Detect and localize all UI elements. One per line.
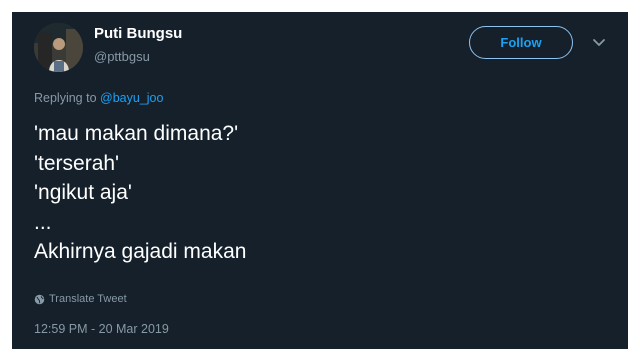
display-name[interactable]: Puti Bungsu bbox=[94, 25, 182, 42]
translate-tweet-label: Translate Tweet bbox=[49, 293, 127, 305]
tweet-line: ... bbox=[34, 210, 52, 234]
translate-tweet-link[interactable]: Translate Tweet bbox=[34, 293, 127, 305]
chevron-down-icon[interactable] bbox=[592, 37, 606, 49]
tweet-timestamp[interactable]: 12:59 PM - 20 Mar 2019 bbox=[34, 322, 169, 336]
tweet-line: 'ngikut aja' bbox=[34, 181, 132, 204]
replying-to-label: Replying to bbox=[34, 91, 97, 105]
globe-icon bbox=[34, 294, 45, 304]
tweet-line: 'mau makan dimana?' bbox=[34, 122, 239, 145]
replying-to: Replying to @bayu_joo bbox=[34, 91, 163, 105]
follow-button[interactable]: Follow bbox=[469, 26, 573, 59]
tweet-card: Puti Bungsu @pttbgsu Follow Replying to … bbox=[12, 12, 628, 349]
user-handle[interactable]: @pttbgsu bbox=[94, 49, 150, 64]
profile-photo-icon bbox=[34, 23, 83, 72]
tweet-line: Akhirnya gajadi makan bbox=[34, 240, 247, 263]
avatar[interactable] bbox=[34, 23, 83, 72]
reply-mention-link[interactable]: @bayu_joo bbox=[100, 91, 163, 105]
tweet-line: 'terserah' bbox=[34, 151, 120, 175]
tweet-text: 'mau makan dimana?' 'terserah' 'ngikut a… bbox=[34, 119, 594, 267]
